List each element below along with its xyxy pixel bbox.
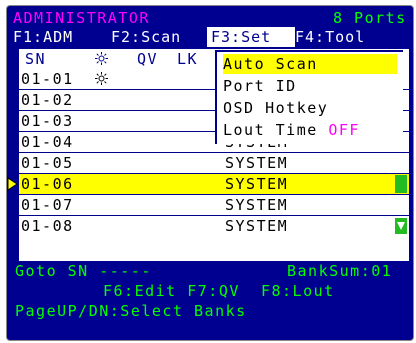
row-name: SYSTEM: [225, 196, 289, 214]
window-title: ADMINISTRATOR: [13, 9, 150, 27]
hotkey-hints: F6:Edit F7:QV F8:Lout: [103, 282, 335, 300]
row-name: SYSTEM: [225, 154, 289, 172]
row-name: SYSTEM: [225, 175, 289, 193]
sun-icon: [95, 72, 108, 85]
sun-icon: [95, 52, 108, 65]
menu-scan[interactable]: F2:Scan: [107, 27, 211, 47]
scroll-down-icon[interactable]: [395, 218, 407, 234]
bank-sum: BankSum:01: [287, 262, 393, 280]
table-row[interactable]: 01-08 SYSTEM: [19, 216, 409, 236]
page-updn-hint: PageUP/DN:Select Banks: [15, 302, 247, 320]
cursor-arrow-icon: [7, 176, 19, 191]
header-qv: QV: [137, 50, 159, 68]
row-sn: 01-03: [21, 112, 74, 130]
row-sn: 01-01: [21, 70, 74, 88]
ports-count: 8 Ports: [333, 9, 407, 27]
row-name: SYSTEM: [225, 217, 289, 235]
lout-time-label: Lout Time: [223, 121, 329, 139]
menu-adm[interactable]: F1:ADM: [9, 27, 111, 47]
row-sn: 01-02: [21, 91, 74, 109]
osd-screen: ADMINISTRATOR 8 Ports F1:ADM F2:Scan F3:…: [6, 5, 414, 341]
menu-item-osd-hotkey[interactable]: OSD Hotkey: [223, 98, 397, 118]
row-sn: 01-05: [21, 154, 74, 172]
lout-time-value: OFF: [328, 121, 360, 139]
goto-sn-field[interactable]: Goto SN -----: [15, 262, 152, 280]
scrollbar-thumb[interactable]: [395, 175, 407, 193]
row-sn: 01-08: [21, 217, 74, 235]
row-sn: 01-06: [21, 175, 74, 193]
menu-item-port-id[interactable]: Port ID: [223, 76, 397, 96]
row-sn: 01-04: [21, 133, 74, 151]
header-sn: SN: [25, 50, 47, 68]
menu-set[interactable]: F3:Set: [207, 27, 295, 47]
menu-tool[interactable]: F4:Tool: [291, 27, 413, 47]
table-row[interactable]: 01-05 SYSTEM: [19, 153, 409, 173]
set-dropdown-menu: Auto Scan Port ID OSD Hotkey Lout Time O…: [215, 50, 403, 144]
row-sn: 01-07: [21, 196, 74, 214]
menu-item-auto-scan[interactable]: Auto Scan: [223, 54, 397, 74]
table-row[interactable]: 01-07 SYSTEM: [19, 195, 409, 215]
menu-item-lout-time[interactable]: Lout Time OFF: [223, 120, 397, 140]
table-row-selected[interactable]: 01-06 SYSTEM: [19, 174, 409, 194]
header-lk: LK: [177, 50, 199, 68]
